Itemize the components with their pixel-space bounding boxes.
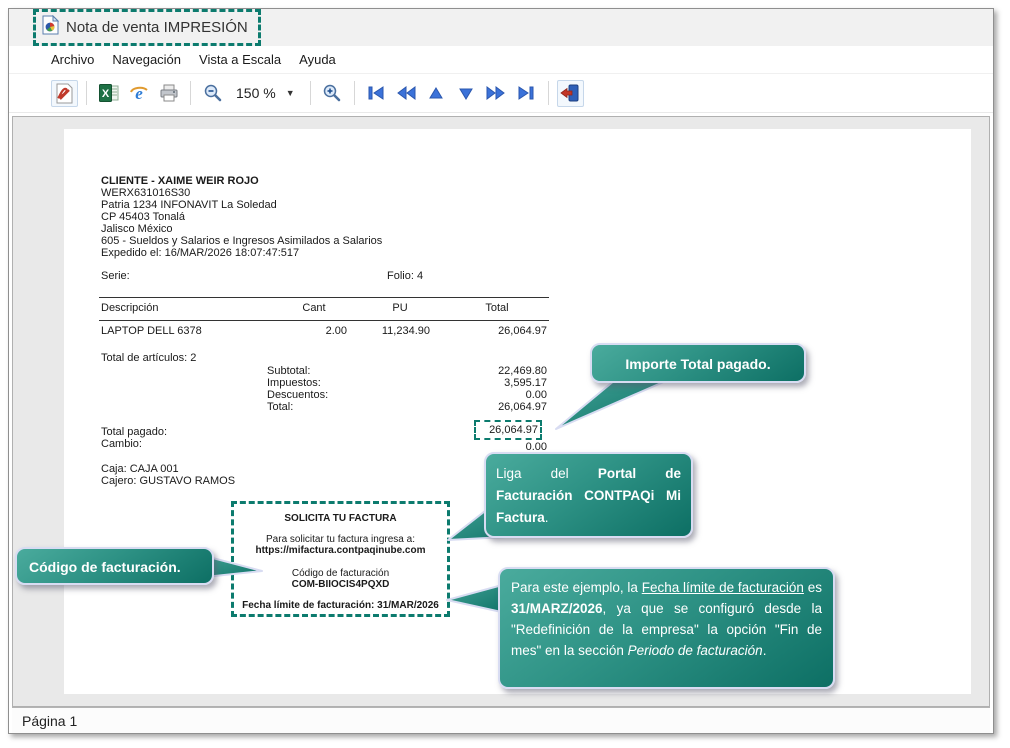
titlebar: Nota de venta IMPRESIÓN [9, 9, 993, 46]
menu-ayuda[interactable]: Ayuda [290, 47, 345, 72]
invoice-portal-url: https://mifactura.contpaqinube.com [234, 545, 447, 556]
menu-vista-a-escala[interactable]: Vista a Escala [190, 47, 290, 72]
callout-parrafo-text: Para este ejemplo, la Fecha límite de fa… [511, 577, 822, 661]
total-value: 26,064.97 [447, 401, 547, 413]
issued-date: Expedido el: 16/MAR/2026 18:07:47:517 [101, 247, 299, 259]
arrow-down-icon [458, 87, 474, 100]
last-page-button[interactable] [513, 80, 540, 107]
internet-explorer-icon: e [129, 84, 149, 103]
last-page-icon [516, 86, 536, 100]
zoom-level-value: 150 % [236, 85, 276, 101]
invoice-box-title: SOLICITA TU FACTURA [234, 513, 447, 524]
excel-icon: X [99, 84, 119, 102]
exit-preview-button[interactable] [557, 80, 584, 107]
taxes-label: Impuestos: [267, 377, 321, 389]
customer-cp: CP 45403 Tonalá [101, 211, 185, 223]
export-html-button[interactable]: e [125, 80, 152, 107]
discounts-value: 0.00 [447, 389, 547, 401]
title-highlight-dashed-box: Nota de venta IMPRESIÓN [33, 9, 261, 46]
menubar: Archivo Navegación Vista a Escala Ayuda [9, 46, 993, 73]
taxes-value: 3,595.17 [447, 377, 547, 389]
register-caja: Caja: CAJA 001 [101, 463, 179, 475]
printer-icon [159, 84, 179, 102]
exit-door-icon [560, 84, 580, 102]
item-total: 26,064.97 [447, 325, 547, 337]
toolbar-separator [310, 81, 311, 105]
callout-codigo-text: Código de facturación. [29, 559, 181, 575]
callout-fecha-limite: Para este ejemplo, la Fecha límite de fa… [498, 567, 835, 689]
export-pdf-button[interactable] [51, 80, 78, 107]
export-excel-button[interactable]: X [95, 80, 122, 107]
total-label: Total: [267, 401, 293, 413]
toolbar-separator [548, 81, 549, 105]
toolbar-separator [354, 81, 355, 105]
callout-liga-text: Liga del Portal de Facturación CONTPAQi … [496, 463, 681, 529]
customer-address: Patria 1234 INFONAVIT La Soledad [101, 199, 277, 211]
col-header-total: Total [447, 302, 547, 314]
toolbar-separator [190, 81, 191, 105]
items-total: Total de artículos: 2 [101, 352, 196, 364]
menu-navegacion[interactable]: Navegación [103, 47, 190, 72]
callout-importe-total-pagado: Importe Total pagado. [590, 343, 806, 383]
chevron-down-icon: ▼ [286, 88, 295, 98]
invoice-code-label: Código de facturación [234, 568, 447, 579]
change-label: Cambio: [101, 438, 142, 450]
col-header-descripcion: Descripción [101, 302, 158, 314]
invoice-box-line1: Para solicitar tu factura ingresa a: [234, 534, 447, 545]
menu-archivo[interactable]: Archivo [42, 47, 103, 72]
window-title: Nota de venta IMPRESIÓN [66, 19, 248, 36]
first-page-button[interactable] [363, 80, 390, 107]
col-header-cant: Cant [264, 302, 364, 314]
customer-state: Jalisco México [101, 223, 173, 235]
subtotal-value: 22,469.80 [447, 365, 547, 377]
invoice-deadline: Fecha límite de facturación: 31/MAR/2026 [234, 600, 447, 611]
toolbar-separator [86, 81, 87, 105]
arrow-up-icon [428, 87, 444, 100]
page-up-button[interactable] [423, 80, 450, 107]
page-indicator: Página 1 [22, 713, 77, 729]
first-page-icon [366, 86, 386, 100]
callout-codigo-facturacion: Código de facturación. [15, 547, 214, 585]
statusbar: Página 1 [12, 707, 990, 733]
callout-importe-text: Importe Total pagado. [625, 356, 770, 372]
col-header-pu: PU [350, 302, 450, 314]
screen: Nota de venta IMPRESIÓN Archivo Navegaci… [0, 0, 1010, 748]
customer-rfc: WERX631016S30 [101, 187, 190, 199]
zoom-out-icon [203, 83, 223, 103]
item-description: LAPTOP DELL 6378 [101, 325, 202, 337]
discounts-label: Descuentos: [267, 389, 328, 401]
zoom-in-button[interactable] [319, 80, 346, 107]
item-price: 11,234.90 [330, 325, 430, 337]
page-down-button[interactable] [453, 80, 480, 107]
zoom-in-icon [322, 83, 342, 103]
fast-forward-icon [486, 86, 506, 100]
subtotal-label: Subtotal: [267, 365, 310, 377]
table-rule-top [99, 297, 549, 298]
callout-liga-portal: Liga del Portal de Facturación CONTPAQi … [484, 452, 693, 538]
serie-label: Serie: [101, 270, 130, 282]
customer-regimen: 605 - Sueldos y Salarios e Ingresos Asim… [101, 235, 382, 247]
paid-value: 26,064.97 [489, 424, 538, 436]
zoom-level-combo[interactable]: 150 % ▼ [229, 82, 302, 104]
svg-text:X: X [101, 88, 109, 100]
paid-label: Total pagado: [101, 426, 167, 438]
print-button[interactable] [155, 80, 182, 107]
zoom-out-button[interactable] [199, 80, 226, 107]
pdf-icon [55, 83, 74, 104]
report-document-icon [42, 15, 59, 40]
next-pages-button[interactable] [483, 80, 510, 107]
register-cajero: Cajero: GUSTAVO RAMOS [101, 475, 235, 487]
table-rule-bottom [99, 320, 549, 321]
rewind-icon [396, 86, 416, 100]
invoice-code: COM-BIIOCIS4PQXD [234, 579, 447, 590]
toolbar: X e [9, 73, 993, 113]
paid-value-dashed-box: 26,064.97 [474, 420, 542, 440]
previous-pages-button[interactable] [393, 80, 420, 107]
invoice-request-dashed-box: SOLICITA TU FACTURA Para solicitar tu fa… [231, 501, 450, 617]
customer-name: CLIENTE - XAIME WEIR ROJO [101, 175, 259, 187]
folio-value: Folio: 4 [387, 270, 423, 282]
